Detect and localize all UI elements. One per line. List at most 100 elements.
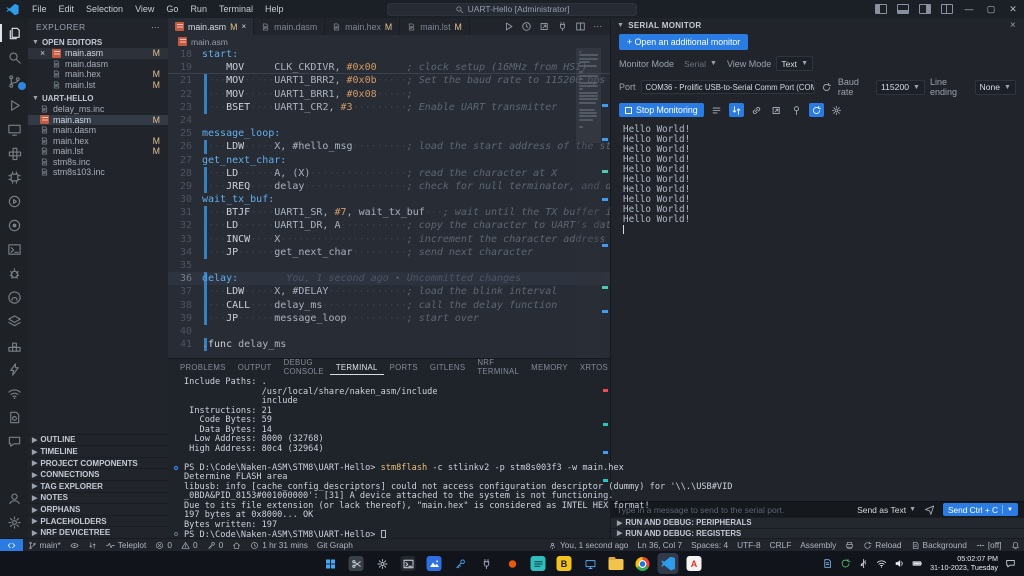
list-item-stm8s.inc[interactable]: stm8s.inc [28,157,168,168]
tray-tray-app-icon[interactable] [822,558,833,569]
status-home[interactable] [228,539,246,551]
terminal-tab-ports[interactable]: PORTS [384,359,424,375]
menu-file[interactable]: File [26,4,53,14]
menu-run[interactable]: Run [184,4,213,14]
minimap[interactable] [576,48,601,358]
activity-explorer[interactable] [0,21,28,45]
open-in-terminal-icon[interactable] [769,103,784,117]
activity-search[interactable] [0,45,28,69]
tab-main.dasm[interactable]: main.dasm [254,18,325,35]
tray-volume-icon[interactable] [894,558,905,569]
section-orphans[interactable]: ▶ORPHANS [28,503,168,515]
taskbar-terminal-app[interactable] [398,553,419,574]
terminal-tab-memory[interactable]: MEMORY [525,359,574,375]
serial-output[interactable]: Hello World!Hello World!Hello World!Hell… [611,121,1024,501]
baud-select[interactable]: 115200▼ [876,80,925,95]
activity-run-debug[interactable] [0,93,28,117]
list-item-stm8s103.inc[interactable]: stm8s103.inc [28,167,168,178]
activity-record[interactable] [0,213,28,237]
activity-bug[interactable] [0,261,28,285]
status-errors[interactable]: 0 [151,539,177,551]
activity-embedded-chip[interactable] [0,165,28,189]
status-warnings[interactable]: 0 [176,539,202,551]
status-teleplot[interactable]: Teleplot [101,539,151,551]
status-reload[interactable]: Reload [859,539,906,551]
minimize-button[interactable]: — [958,0,980,18]
view-mode-select[interactable]: Text▼ [776,56,813,71]
terminal-tab-nrf-terminal[interactable]: NRF TERMINAL [471,359,525,375]
customize-layout-icon[interactable] [941,4,953,14]
list-item-main.asm[interactable]: ×main.asmM [28,48,168,59]
open-additional-monitor-button[interactable]: + Open an additional monitor [619,34,748,50]
status-blame[interactable]: You, 1 second ago [543,539,632,551]
list-item-main.dasm[interactable]: main.dasm [28,125,168,136]
taskbar-photos-app[interactable] [424,553,445,574]
taskbar-file-explorer[interactable] [606,553,627,574]
menu-view[interactable]: View [129,4,160,14]
list-item-main.asm[interactable]: main.asmM [28,115,168,126]
close-editor-icon[interactable]: × [40,48,48,58]
taskbar-b-app[interactable]: B [554,553,575,574]
menu-help[interactable]: Help [259,4,290,14]
activity-extensions[interactable] [0,141,28,165]
terminal-tab-gitlens[interactable]: GITLENS [424,359,471,375]
activity-terminal-view[interactable] [0,237,28,261]
folder-header[interactable]: ▼ UART-HELLO [28,92,168,104]
code-editor[interactable]: 18start:19 MOV CLK_CKDIVR, #0x00 ; clock… [168,48,610,358]
activity-settings[interactable] [0,510,28,534]
taskbar-vscode[interactable] [658,553,679,574]
terminal-tab-output[interactable]: OUTPUT [232,359,278,375]
toggle-secondary-sidebar-icon[interactable] [919,4,931,14]
taskbar-settings-app[interactable] [372,553,393,574]
settings-icon[interactable] [829,103,844,117]
activity-github[interactable] [0,285,28,309]
close-panel-icon[interactable]: × [1010,20,1016,31]
list-item-main.hex[interactable]: main.hexM [28,136,168,147]
status-screencast[interactable]: [off] [971,539,1006,551]
list-item-main.lst[interactable]: main.lstM [28,80,168,91]
stop-monitoring-button[interactable]: Stop Monitoring [619,103,704,117]
tab-main.lst[interactable]: main.lstM [400,18,470,35]
toggle-sidebar-icon[interactable] [875,4,887,14]
send-icon[interactable] [922,503,937,517]
activity-device-file[interactable] [0,405,28,429]
terminal-tab-xrtos[interactable]: XRTOS [574,359,614,375]
status-git-graph[interactable]: Git Graph [312,539,357,551]
status-notifications[interactable] [1006,539,1024,551]
terminal-tab-problems[interactable]: PROBLEMS [174,359,232,375]
status-indentation[interactable]: Spaces: 4 [687,539,733,551]
list-item-main.dasm[interactable]: main.dasm [28,59,168,70]
taskbar-pdf-reader[interactable]: A [684,553,705,574]
monitor-mode-select[interactable]: Serial▼ [679,56,722,71]
refresh-ports-icon[interactable] [820,80,833,94]
taskbar-plugin-app[interactable] [476,553,497,574]
taskbar-orange-app[interactable] [502,553,523,574]
activity-source-control[interactable] [0,69,28,93]
section-placeholders[interactable]: ▶PLACEHOLDERS [28,515,168,527]
status-eol[interactable]: CRLF [765,539,796,551]
status-printer[interactable] [841,539,859,551]
send-button[interactable]: Send Ctrl + C▼ [943,503,1018,516]
activity-lightning[interactable] [0,357,28,381]
menu-selection[interactable]: Selection [80,4,129,14]
section-timeline[interactable]: ▶TIMELINE [28,445,168,457]
clear-output-icon[interactable] [709,103,724,117]
status-time-tracker[interactable]: 1 hr 31 mins [246,539,313,551]
port-select[interactable]: COM36 - Prolific USB-to-Serial Comm Port… [641,80,816,94]
section-nrf-devicetree[interactable]: ▶NRF DEVICETREE [28,526,168,538]
status-gitlens-eye[interactable] [65,539,83,551]
serial-message-input[interactable] [617,505,851,515]
tray-wifi-icon[interactable] [876,558,887,569]
activity-layers[interactable] [0,309,28,333]
activity-account[interactable] [0,486,28,510]
status-language-mode[interactable]: Assembly [796,539,841,551]
terminal-output[interactable]: Include Paths: . /usr/local/share/naken_… [168,375,610,541]
section-run-and-debug-peripherals[interactable]: ▶RUN AND DEBUG: PERIPHERALS [611,517,1024,528]
toggle-autoscroll-icon[interactable] [729,103,744,117]
terminal-tab-terminal[interactable]: TERMINAL [330,359,384,375]
tray-battery-icon[interactable] [912,558,923,569]
taskbar-snipping-tool[interactable] [346,553,367,574]
list-item-delay_ms.inc[interactable]: delay_ms.inc [28,104,168,115]
status-encoding[interactable]: UTF-8 [733,539,766,551]
more-actions-icon[interactable]: ⋯ [151,22,160,33]
